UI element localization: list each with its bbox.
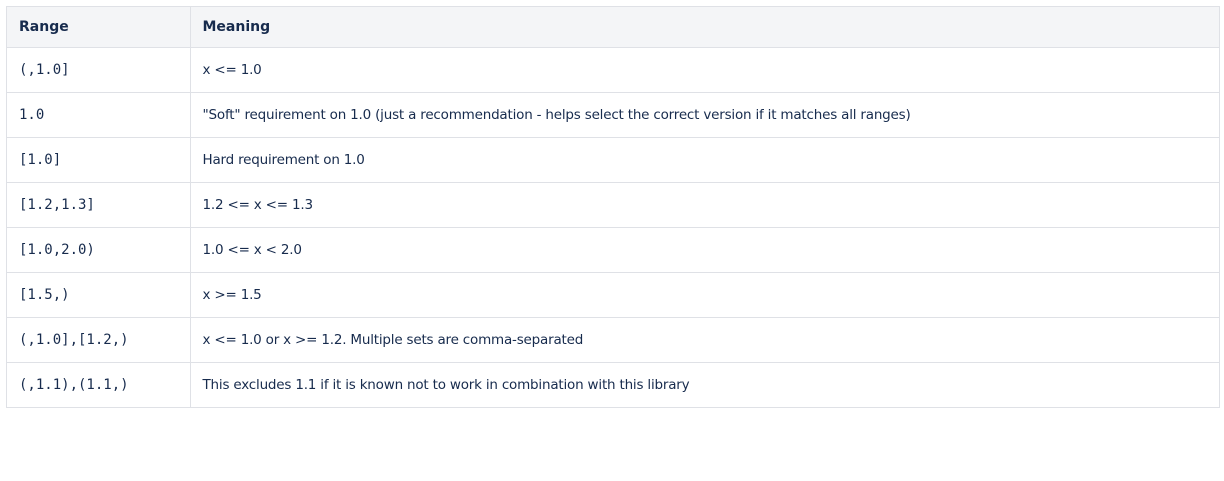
version-range-table: Range Meaning (,1.0] x <= 1.0 1.0 "Soft"…: [7, 7, 1219, 407]
table-row: (,1.0] x <= 1.0: [7, 47, 1219, 93]
range-cell: [1.0,2.0): [7, 227, 191, 273]
meaning-cell: x >= 1.5: [189, 272, 1219, 318]
table-body: (,1.0] x <= 1.0 1.0 "Soft" requirement o…: [7, 47, 1219, 407]
range-cell: (,1.0],[1.2,): [7, 317, 191, 363]
header-row: Range Meaning: [7, 7, 1219, 48]
header-meaning: Meaning: [189, 7, 1219, 48]
table-row: [1.0] Hard requirement on 1.0: [7, 137, 1219, 183]
range-cell: (,1.1),(1.1,): [7, 362, 191, 407]
table-header: Range Meaning: [7, 7, 1219, 48]
range-cell: (,1.0]: [7, 47, 191, 93]
meaning-cell: This excludes 1.1 if it is known not to …: [189, 362, 1219, 407]
table-row: [1.2,1.3] 1.2 <= x <= 1.3: [7, 182, 1219, 228]
meaning-cell: x <= 1.0: [189, 47, 1219, 93]
range-cell: [1.5,): [7, 272, 191, 318]
meaning-cell: "Soft" requirement on 1.0 (just a recomm…: [189, 92, 1219, 138]
table-row: (,1.1),(1.1,) This excludes 1.1 if it is…: [7, 362, 1219, 407]
table-row: (,1.0],[1.2,) x <= 1.0 or x >= 1.2. Mult…: [7, 317, 1219, 363]
meaning-cell: 1.0 <= x < 2.0: [189, 227, 1219, 273]
range-cell: [1.0]: [7, 137, 191, 183]
range-cell: 1.0: [7, 92, 191, 138]
meaning-cell: x <= 1.0 or x >= 1.2. Multiple sets are …: [189, 317, 1219, 363]
version-range-table-container: Range Meaning (,1.0] x <= 1.0 1.0 "Soft"…: [6, 6, 1220, 408]
meaning-cell: 1.2 <= x <= 1.3: [189, 182, 1219, 228]
table-row: [1.0,2.0) 1.0 <= x < 2.0: [7, 227, 1219, 273]
range-cell: [1.2,1.3]: [7, 182, 191, 228]
table-row: [1.5,) x >= 1.5: [7, 272, 1219, 318]
header-range: Range: [7, 7, 191, 48]
meaning-cell: Hard requirement on 1.0: [189, 137, 1219, 183]
table-row: 1.0 "Soft" requirement on 1.0 (just a re…: [7, 92, 1219, 138]
